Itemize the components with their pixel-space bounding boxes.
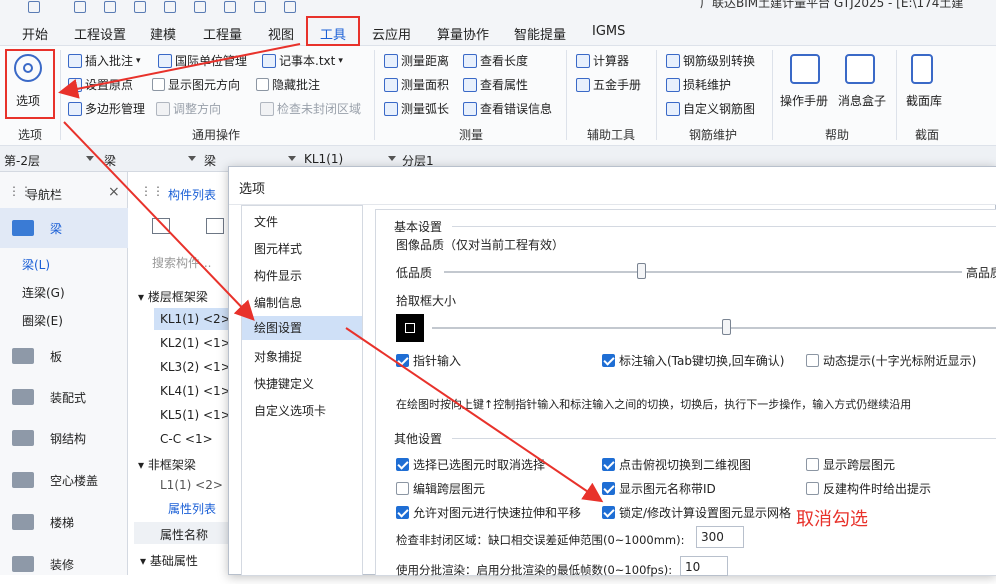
arrow-to-options [58, 43, 301, 99]
arrow-to-checkbox [345, 327, 604, 503]
arrow-to-drawing-settings [63, 121, 255, 321]
annotation-note: 取消勾选 [796, 509, 868, 530]
annotation-arrows [58, 43, 604, 503]
